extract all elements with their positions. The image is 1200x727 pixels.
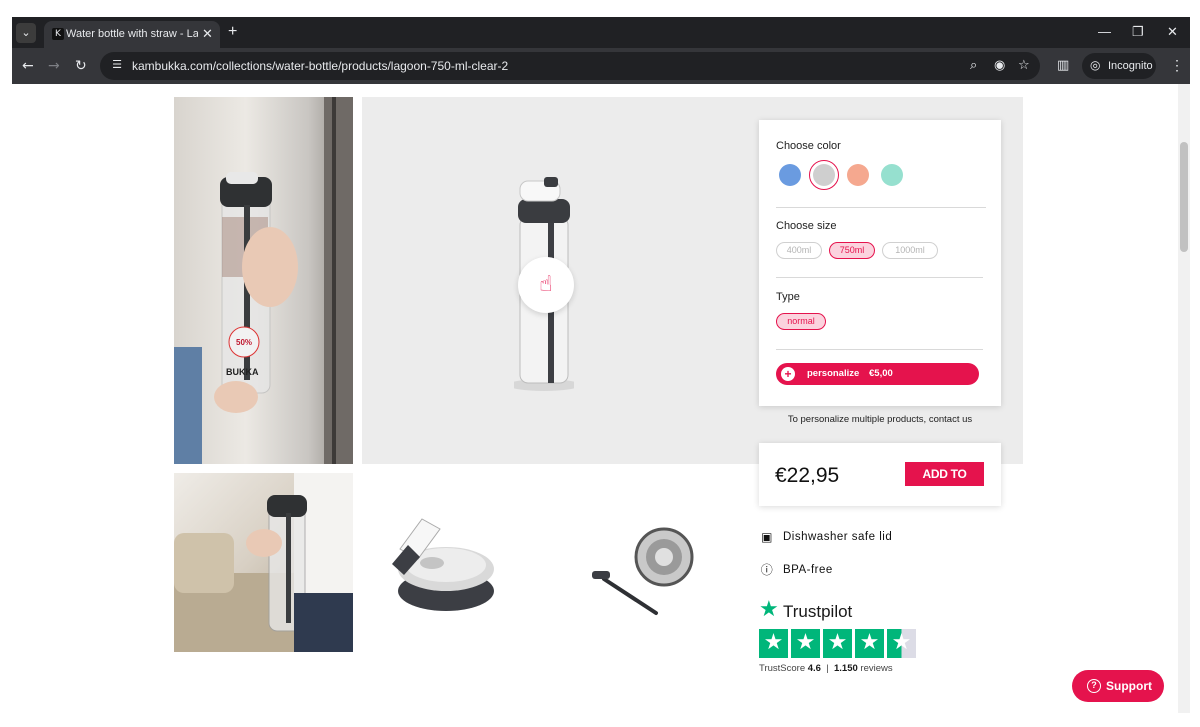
side-panel-icon[interactable]: ▥ — [1057, 58, 1069, 74]
new-tab-icon[interactable]: + — [228, 22, 237, 42]
feature-label: BPA-free — [783, 564, 833, 576]
star-icon: ★ — [791, 629, 820, 658]
support-label: Support — [1106, 679, 1152, 693]
plus-icon: + — [781, 367, 795, 381]
color-swatch[interactable] — [881, 164, 903, 186]
lifestyle-photo-hand-holding-bottle[interactable]: 50% BUKKA — [174, 97, 353, 464]
svg-text:BUKKA: BUKKA — [226, 367, 259, 377]
close-window-icon[interactable]: ✕ — [1167, 23, 1178, 41]
zoom-icon[interactable]: ⌕ — [970, 58, 977, 74]
tab-search-button[interactable]: ⌄ — [16, 23, 36, 43]
svg-text:50%: 50% — [236, 338, 252, 347]
size-option[interactable]: 400ml — [776, 242, 822, 259]
page-scrollbar[interactable] — [1178, 84, 1190, 713]
reviews-count: 1.150 — [834, 663, 858, 674]
color-swatch[interactable] — [779, 164, 801, 186]
star-icon: ★ — [823, 629, 852, 658]
browser-tab[interactable]: K Water bottle with straw - Lagoon ✕ — [44, 21, 220, 48]
personalize-price: €5,00 — [869, 368, 893, 379]
url-text: kambukka.com/collections/water-bottle/pr… — [132, 59, 509, 73]
price-cart-panel: €22,95 ADD TO CART — [759, 443, 1001, 506]
add-to-cart-button[interactable]: ADD TO CART — [905, 462, 984, 505]
trustpilot-rating-stars: ★ ★ ★ ★ ★ — [759, 629, 919, 659]
product-page: 50% BUKKA ☝ Choose color Choose size 400… — [12, 84, 1178, 713]
trustscore-label: TrustScore — [759, 663, 806, 674]
site-info-icon[interactable]: ☰ — [110, 58, 124, 72]
tab-title: Water bottle with straw - Lagoon — [66, 28, 198, 40]
color-swatch[interactable] — [813, 164, 835, 186]
star-icon: ★ — [759, 629, 788, 658]
trustscore-value: 4.6 — [807, 663, 821, 674]
reviews-label: reviews — [860, 663, 893, 674]
trustpilot-logo[interactable]: ★ Trustpilot — [759, 599, 959, 623]
product-price: €22,95 — [775, 464, 840, 487]
address-bar[interactable]: ☰ kambukka.com/collections/water-bottle/… — [100, 52, 1040, 80]
star-icon: ★ — [855, 629, 884, 658]
minimize-icon[interactable]: — — [1098, 23, 1111, 41]
trustscore-line[interactable]: TrustScore 4.6 | 1.150 reviews — [759, 663, 893, 674]
personalize-contact-note: To personalize multiple products, contac… — [787, 414, 973, 425]
color-swatch[interactable] — [847, 164, 869, 186]
support-button[interactable]: ? Support — [1072, 670, 1164, 702]
lifestyle-photo-sofa[interactable] — [174, 473, 353, 652]
choose-size-label: Choose size — [776, 220, 837, 232]
help-icon: ? — [1087, 679, 1101, 693]
divider — [776, 207, 986, 208]
site-favicon-icon: K — [52, 28, 64, 40]
trustpilot-star-icon: ★ — [759, 597, 779, 622]
size-option[interactable]: 750ml — [829, 242, 875, 259]
trustpilot-brand: Trustpilot — [783, 602, 853, 621]
dishwasher-icon: ▣ — [761, 530, 773, 544]
half-star-icon: ★ — [887, 629, 916, 658]
accessory-lid-image[interactable] — [382, 509, 502, 619]
feature-dishwasher-safe: ▣ Dishwasher safe lid — [760, 529, 960, 547]
reload-icon[interactable]: ↻ — [75, 57, 87, 75]
incognito-icon: ◎ — [1090, 58, 1101, 72]
accessory-straw-cap-image[interactable] — [582, 519, 702, 619]
scrollbar-thumb[interactable] — [1180, 142, 1188, 252]
divider — [776, 277, 983, 278]
incognito-profile-button[interactable]: ◎ Incognito — [1082, 53, 1156, 79]
divider — [776, 349, 983, 350]
tab-close-icon[interactable]: ✕ — [202, 26, 213, 42]
tracking-protection-icon[interactable]: ◉ — [994, 58, 1005, 74]
tab-strip: ⌄ K Water bottle with straw - Lagoon ✕ +… — [12, 17, 1190, 48]
back-icon[interactable]: ← — [22, 57, 34, 75]
bookmark-star-icon[interactable]: ☆ — [1018, 58, 1030, 74]
browser-menu-icon[interactable]: ⋮ — [1170, 56, 1184, 74]
restore-icon[interactable]: ❐ — [1132, 23, 1144, 41]
browser-toolbar: ← → ↻ ☰ kambukka.com/collections/water-b… — [12, 48, 1190, 84]
personalize-label: personalize — [807, 368, 860, 379]
feature-label: Dishwasher safe lid — [783, 531, 893, 543]
personalize-button[interactable]: + personalize €5,00 — [776, 363, 979, 385]
size-option[interactable]: 1000ml — [882, 242, 938, 259]
type-label: Type — [776, 291, 800, 303]
product-options-panel: Choose color Choose size 400ml 750ml 1000m… — [759, 120, 1001, 406]
browser-window: ⌄ K Water bottle with straw - Lagoon ✕ +… — [12, 17, 1190, 713]
tap-to-rotate-icon[interactable]: ☝ — [518, 257, 574, 313]
type-option[interactable]: normal — [776, 313, 826, 330]
incognito-label: Incognito — [1108, 60, 1153, 72]
choose-color-label: Choose color — [776, 140, 841, 152]
feature-bpa-free: ⓘ BPA-free — [760, 562, 960, 580]
info-icon: ⓘ — [760, 563, 774, 577]
forward-icon[interactable]: → — [48, 57, 60, 75]
